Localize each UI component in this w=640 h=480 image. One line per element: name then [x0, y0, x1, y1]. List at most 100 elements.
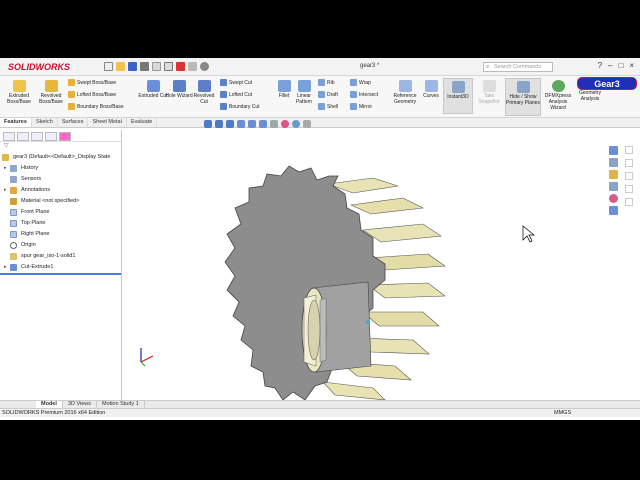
- search-commands-input[interactable]: ⌕ Search Commands: [483, 62, 553, 72]
- view-settings-icon[interactable]: [303, 120, 311, 128]
- featuremanager-panel: ▽ gear3 (Default<<Default>_Display State…: [0, 130, 122, 402]
- task-pane-tab-icon[interactable]: [625, 159, 633, 167]
- tree-item-cut-extrude[interactable]: ▸ Cut-Extrude1: [4, 262, 53, 272]
- open-folder-icon[interactable]: [116, 62, 125, 71]
- save-icon[interactable]: [128, 62, 137, 71]
- dimxpert-tab-icon[interactable]: [45, 132, 57, 141]
- tree-item-top-plane[interactable]: Top Plane: [4, 218, 45, 228]
- home-view-icon[interactable]: [608, 146, 618, 155]
- propertymanager-tab-icon[interactable]: [17, 132, 29, 141]
- hole-wizard-icon: [172, 80, 186, 92]
- minimize-icon[interactable]: –: [608, 61, 612, 70]
- revolved-boss-button[interactable]: Revolved Boss/Base: [36, 80, 66, 105]
- task-pane-tab-icon[interactable]: [625, 172, 633, 180]
- task-pane-tabs: [623, 146, 635, 206]
- boundary-boss-button[interactable]: Boundary Boss/Base: [68, 103, 124, 110]
- material-icon: [10, 197, 17, 205]
- tab-sketch[interactable]: Sketch: [32, 118, 58, 127]
- extruded-boss-button[interactable]: Extruded Boss/Base: [4, 80, 34, 105]
- wrap-button[interactable]: Wrap: [350, 79, 371, 86]
- instant3d-button[interactable]: Instant3D: [443, 78, 473, 114]
- tree-item-sensors[interactable]: Sensors: [4, 174, 41, 184]
- tree-item-origin[interactable]: Origin: [4, 240, 36, 250]
- shell-button[interactable]: Shell: [318, 103, 338, 110]
- app-logo[interactable]: SOLIDWORKS: [8, 62, 70, 72]
- keyway: [319, 297, 327, 363]
- intersect-icon: [350, 91, 357, 98]
- draft-button[interactable]: Draft: [318, 91, 338, 98]
- rebuild-icon[interactable]: [176, 62, 185, 71]
- section-view-icon[interactable]: [237, 120, 245, 128]
- view-palette-icon[interactable]: [608, 182, 618, 191]
- tab-features[interactable]: Features: [0, 118, 32, 127]
- select-arrow-icon[interactable]: [164, 62, 173, 71]
- tab-motion-study[interactable]: Motion Study 1: [97, 401, 145, 408]
- rib-button[interactable]: Rib: [318, 79, 335, 86]
- window-controls: ? – □ ×: [598, 61, 634, 70]
- task-pane-tab-icon[interactable]: [625, 198, 633, 206]
- tab-3d-views[interactable]: 3D Views: [63, 401, 98, 408]
- apply-scene-icon[interactable]: [292, 120, 300, 128]
- swept-cut-button[interactable]: Swept Cut: [220, 79, 252, 86]
- previous-view-icon[interactable]: [226, 120, 234, 128]
- filter-icon[interactable]: ▽: [0, 142, 121, 152]
- swept-boss-button[interactable]: Swept Boss/Base: [68, 79, 116, 86]
- tree-root-part[interactable]: gear3 (Default<<Default>_Display State: [2, 152, 110, 162]
- heads-up-view-toolbar: [204, 120, 311, 128]
- view-orientation-icon[interactable]: [248, 120, 256, 128]
- help-icon[interactable]: ?: [598, 61, 602, 70]
- appearances-icon[interactable]: [608, 194, 618, 203]
- rollback-bar[interactable]: [0, 273, 121, 275]
- display-style-icon[interactable]: [259, 120, 267, 128]
- lofted-boss-button[interactable]: Lofted Boss/Base: [68, 91, 116, 98]
- edit-appearance-icon[interactable]: [281, 120, 289, 128]
- tab-surfaces[interactable]: Surfaces: [58, 118, 89, 127]
- mirror-button[interactable]: Mirror: [350, 103, 372, 110]
- displaymanager-tab-icon[interactable]: [59, 132, 71, 141]
- featuremanager-tab-icon[interactable]: [3, 132, 15, 141]
- extruded-cut-button[interactable]: Extruded Cut: [138, 80, 168, 99]
- take-snapshot-button[interactable]: Take Snapshot: [475, 80, 503, 105]
- task-pane-tab-icon[interactable]: [625, 185, 633, 193]
- part-icon: [2, 153, 9, 161]
- tab-model[interactable]: Model: [36, 401, 63, 408]
- custom-properties-icon[interactable]: [608, 206, 618, 215]
- tree-item-front-plane[interactable]: Front Plane: [4, 207, 49, 217]
- revolved-cut-button[interactable]: Revolved Cut: [190, 80, 218, 105]
- tree-item-right-plane[interactable]: Right Plane: [4, 229, 49, 239]
- zoom-to-fit-icon[interactable]: [204, 120, 212, 128]
- lofted-cut-button[interactable]: Lofted Cut: [220, 91, 252, 98]
- tree-item-history[interactable]: ▸ History: [4, 163, 38, 173]
- camera-icon: [482, 80, 496, 92]
- dfmxpress-button[interactable]: DFMXpress Analysis Wizard: [542, 80, 574, 111]
- linear-pattern-button[interactable]: Linear Pattern: [292, 80, 316, 105]
- tab-evaluate[interactable]: Evaluate: [127, 118, 158, 127]
- tree-item-material[interactable]: Material <not specified>: [4, 196, 79, 206]
- options-gear-icon[interactable]: [200, 62, 209, 71]
- task-pane-tab-icon[interactable]: [625, 146, 633, 154]
- reference-geometry-button[interactable]: Reference Geometry: [390, 80, 420, 105]
- zoom-area-icon[interactable]: [215, 120, 223, 128]
- fillet-button[interactable]: Fillet: [274, 80, 294, 99]
- tab-sheet-metal[interactable]: Sheet Metal: [88, 118, 127, 127]
- tree-item-solid[interactable]: spur gear_iso-1-solid1: [4, 251, 75, 261]
- file-properties-icon[interactable]: [188, 62, 197, 71]
- configurationmanager-tab-icon[interactable]: [31, 132, 43, 141]
- geometry-analysis-button[interactable]: Geometry Analysis: [574, 90, 606, 102]
- maximize-icon[interactable]: □: [618, 61, 623, 70]
- tree-item-annotations[interactable]: ▸ Annotations: [4, 185, 50, 195]
- print-icon[interactable]: [140, 62, 149, 71]
- hide-show-planes-button[interactable]: Hide / Show Primary Planes: [505, 78, 541, 116]
- hole-wizard-button[interactable]: Hole Wizard: [165, 80, 193, 99]
- undo-icon[interactable]: [152, 62, 161, 71]
- hide-show-items-icon[interactable]: [270, 120, 278, 128]
- file-explorer-icon[interactable]: [608, 170, 618, 179]
- design-library-icon[interactable]: [608, 158, 618, 167]
- curves-button[interactable]: Curves: [420, 80, 442, 99]
- boundary-cut-button[interactable]: Boundary Cut: [220, 103, 260, 110]
- unit-system[interactable]: MMGS: [554, 409, 571, 417]
- new-document-icon[interactable]: [104, 62, 113, 71]
- intersect-button[interactable]: Intersect: [350, 91, 378, 98]
- close-icon[interactable]: ×: [629, 61, 634, 70]
- graphics-area[interactable]: [123, 130, 605, 402]
